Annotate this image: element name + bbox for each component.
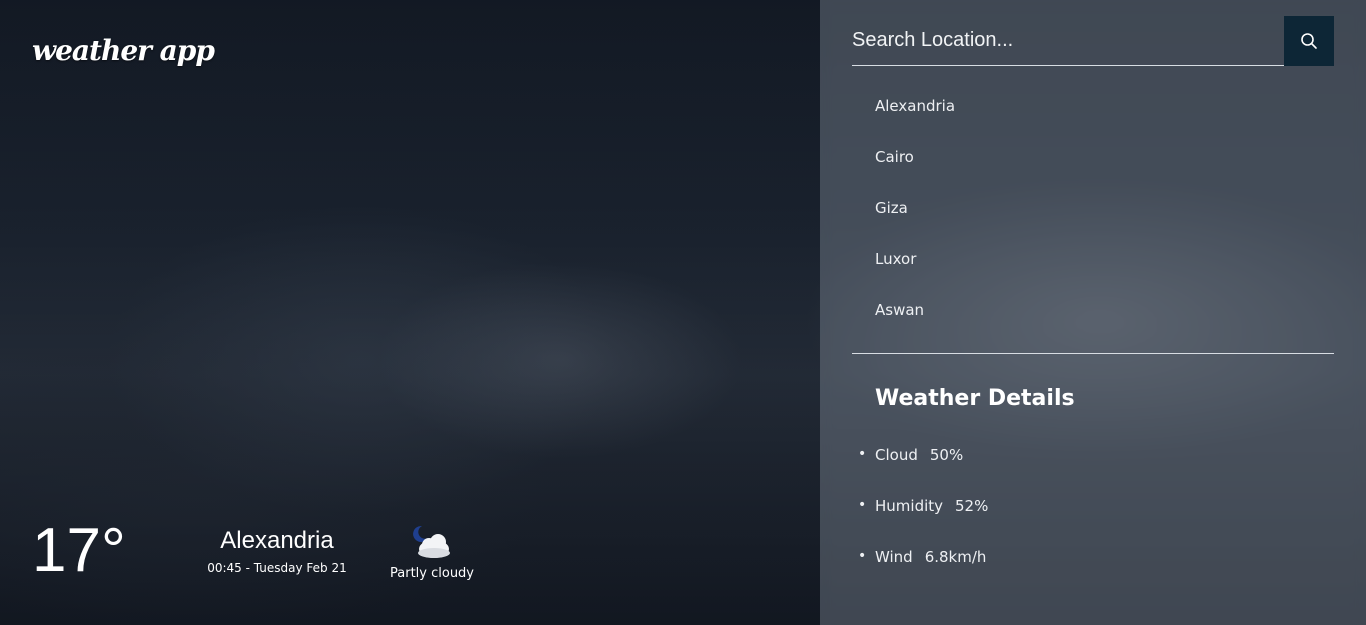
current-temperature: 17° — [32, 516, 126, 585]
side-panel: Alexandria Cairo Giza Luxor Aswan Weathe… — [820, 0, 1366, 625]
city-item-cairo[interactable]: Cairo — [875, 148, 955, 199]
detail-value: 52% — [955, 497, 989, 515]
detail-item-wind: • Wind 6.8km/h — [858, 548, 988, 599]
section-divider — [852, 353, 1334, 354]
weather-details-list: • Cloud 50% • Humidity 52% • Wind 6.8km/… — [858, 446, 988, 599]
bullet-icon: • — [858, 548, 867, 564]
detail-label: Wind — [875, 548, 913, 566]
current-weather-summary: 17° Alexandria 00:45 - Tuesday Feb 21 Pa… — [32, 520, 487, 582]
bullet-icon: • — [858, 497, 867, 513]
current-datetime: 00:45 - Tuesday Feb 21 — [207, 561, 347, 575]
app-logo: weather app — [32, 34, 215, 67]
search-button[interactable] — [1284, 16, 1334, 66]
city-item-giza[interactable]: Giza — [875, 199, 955, 250]
weather-details-title: Weather Details — [875, 386, 1075, 411]
city-item-luxor[interactable]: Luxor — [875, 250, 955, 301]
detail-value: 6.8km/h — [924, 548, 987, 566]
detail-label: Cloud — [875, 446, 918, 464]
city-item-aswan[interactable]: Aswan — [875, 301, 955, 352]
city-item-alexandria[interactable]: Alexandria — [875, 97, 955, 148]
current-city: Alexandria — [220, 527, 334, 554]
detail-item-humidity: • Humidity 52% — [858, 497, 988, 548]
detail-value: 50% — [929, 446, 964, 464]
detail-item-cloud: • Cloud 50% — [858, 446, 988, 497]
search-icon — [1301, 33, 1317, 49]
condition-block: Partly cloudy — [377, 522, 487, 581]
partly-cloudy-night-icon — [413, 525, 450, 558]
location-block: Alexandria 00:45 - Tuesday Feb 21 — [182, 527, 372, 575]
search-bar — [852, 16, 1334, 66]
detail-label: Humidity — [875, 497, 944, 515]
condition-text: Partly cloudy — [390, 565, 474, 581]
city-list: Alexandria Cairo Giza Luxor Aswan — [875, 97, 955, 352]
bullet-icon: • — [858, 446, 867, 462]
search-input[interactable] — [852, 16, 1284, 66]
